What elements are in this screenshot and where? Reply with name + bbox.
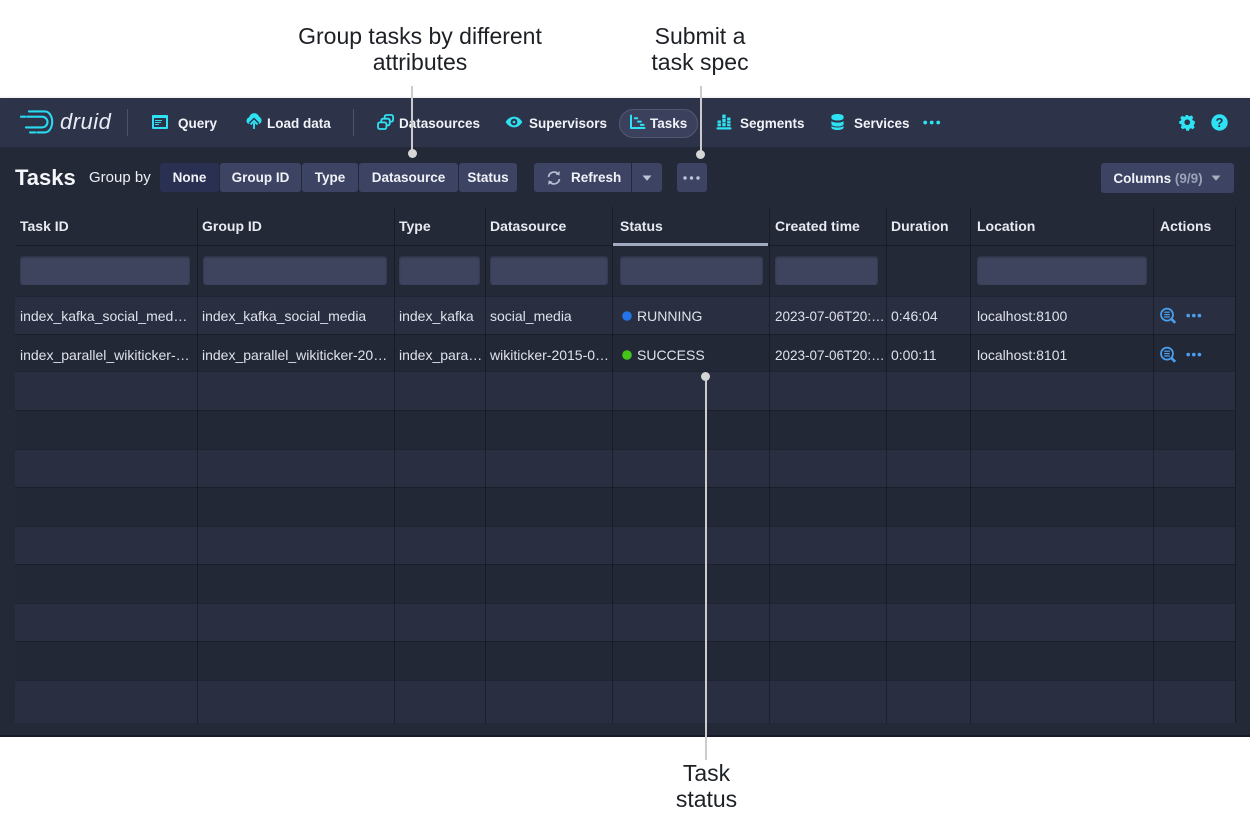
svg-text:?: ? xyxy=(1216,115,1224,130)
